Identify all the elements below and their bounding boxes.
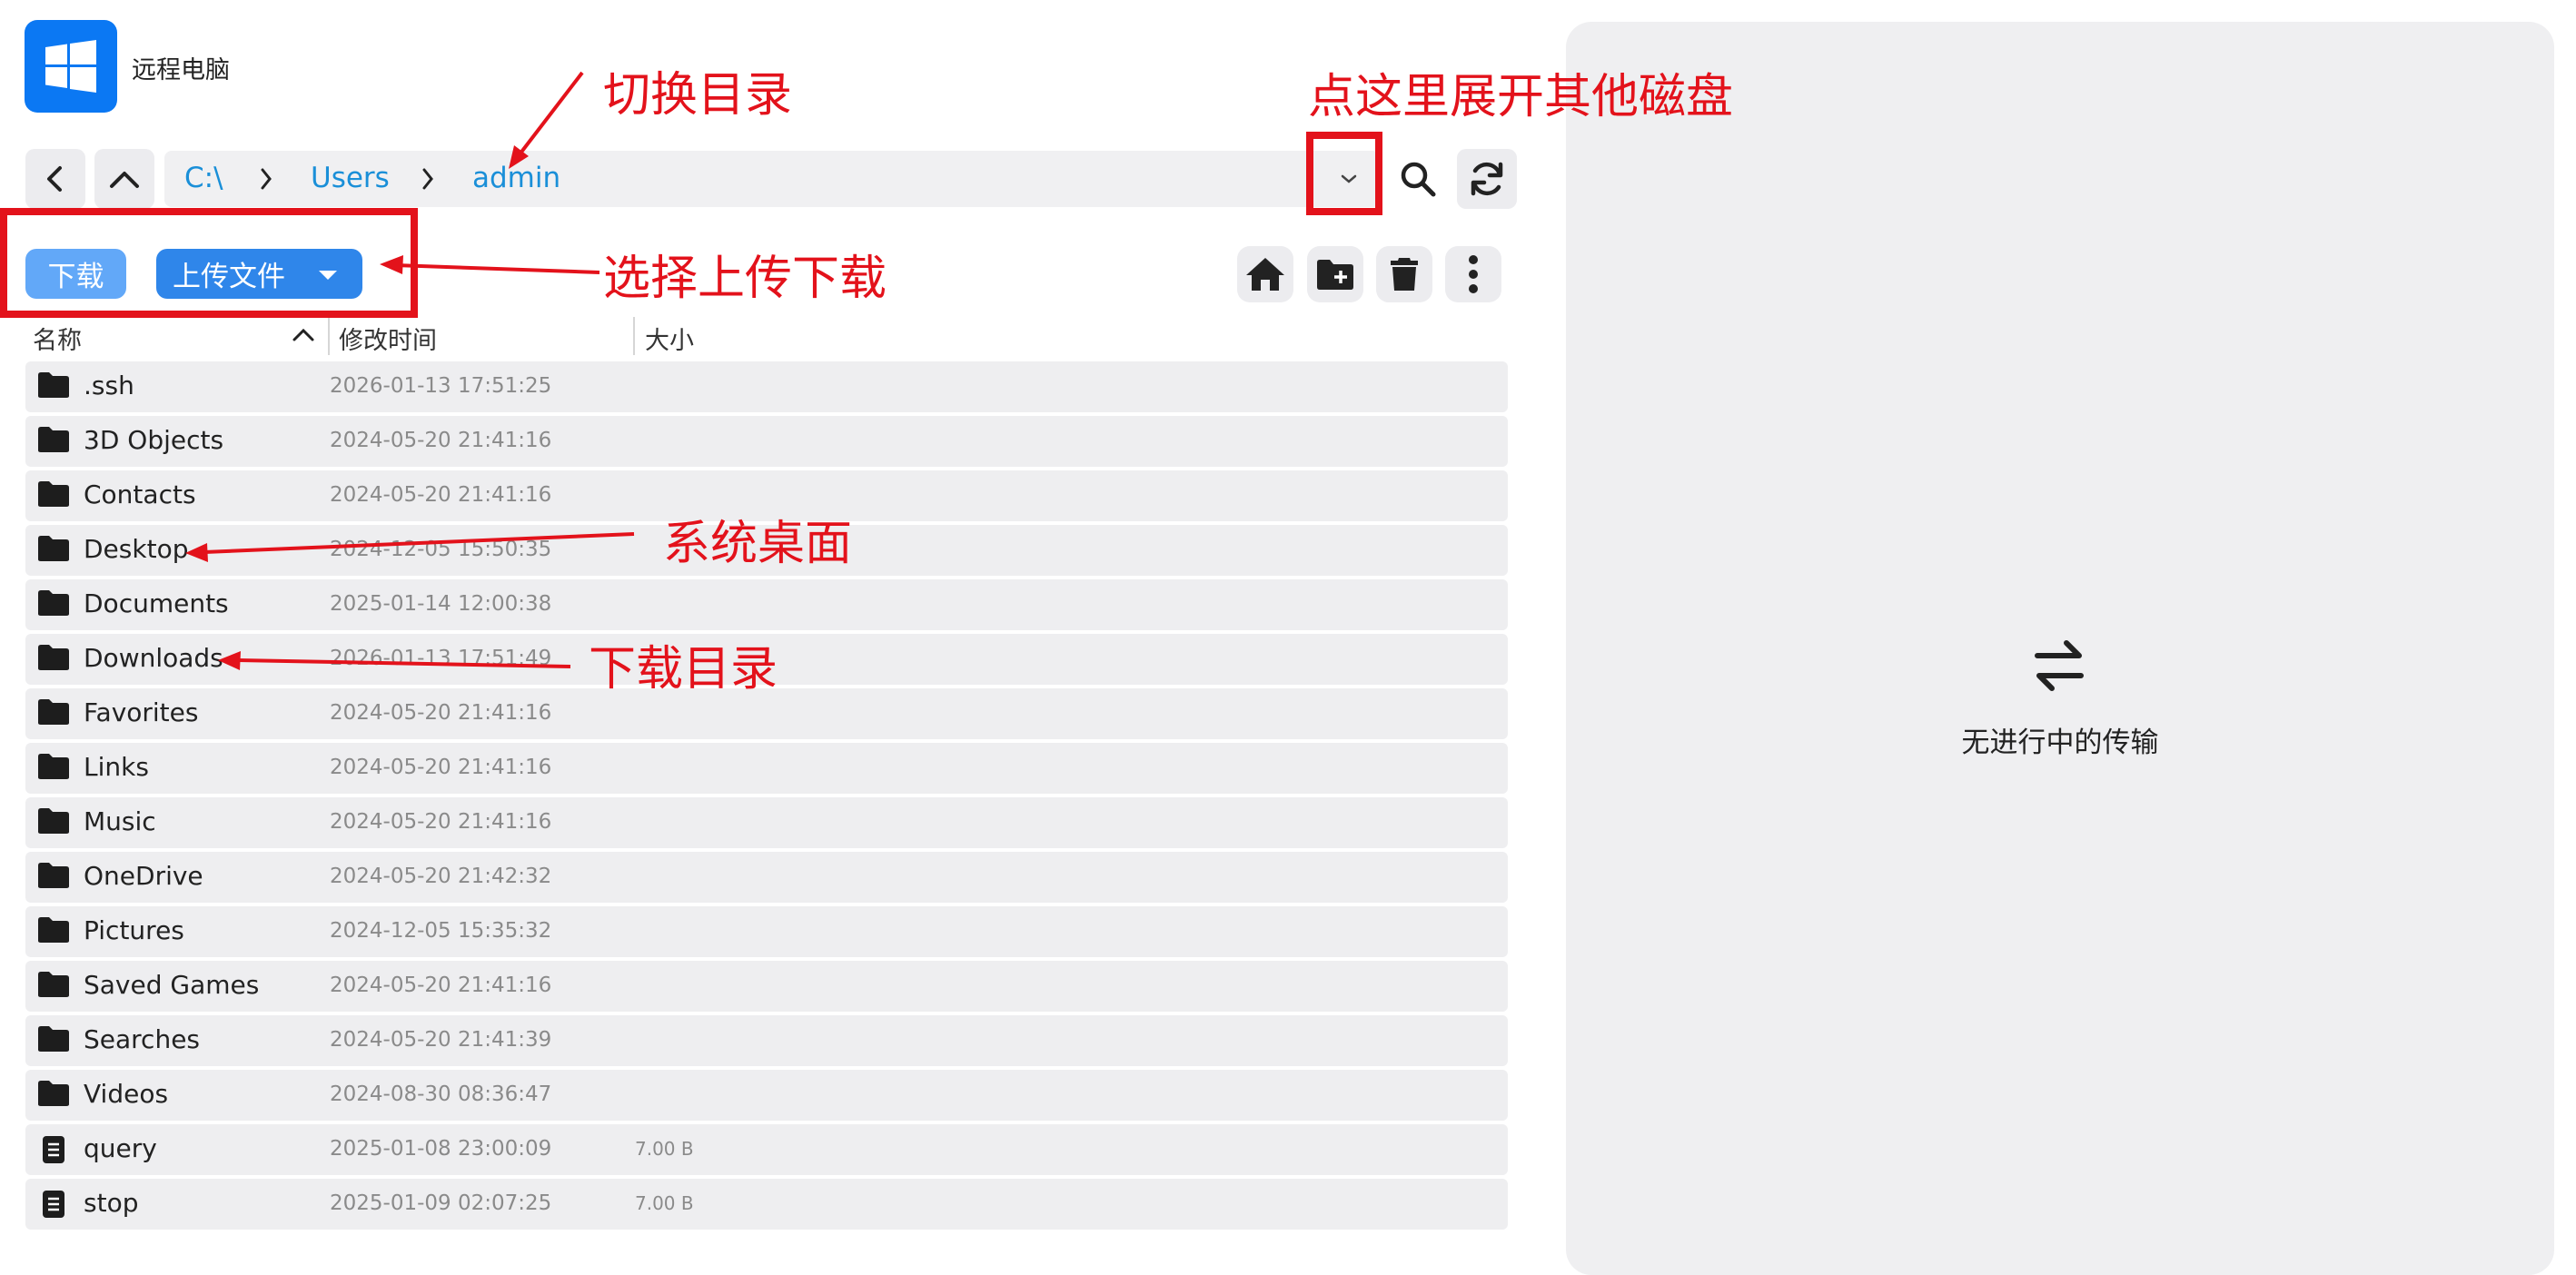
annotation-arrow bbox=[237, 658, 571, 668]
annotation-arrow bbox=[394, 263, 600, 274]
annotation-arrow-head bbox=[380, 255, 403, 274]
annotation-arrow-head bbox=[185, 543, 208, 562]
annotation-arrows bbox=[185, 71, 635, 670]
annotation-arrow bbox=[203, 532, 635, 554]
annotation-arrow bbox=[518, 71, 584, 156]
annotation-arrow-head bbox=[218, 651, 241, 670]
